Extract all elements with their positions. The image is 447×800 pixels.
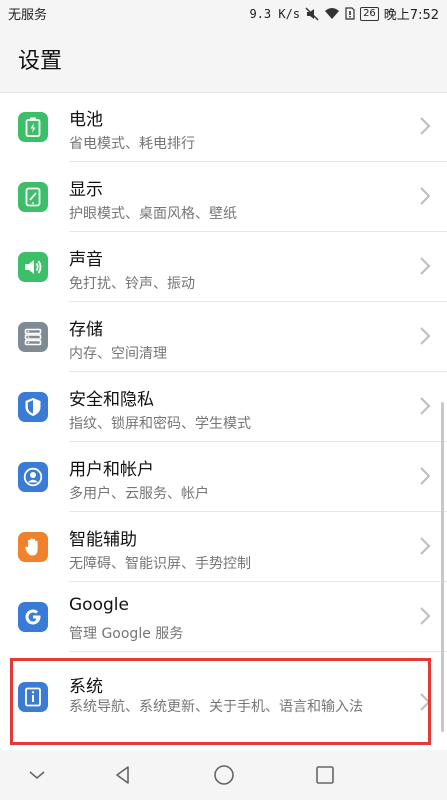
- item-subtitle: 护眼模式、桌面风格、壁纸: [69, 206, 237, 222]
- battery-icon: 26: [360, 6, 379, 21]
- item-title: 显示: [69, 180, 103, 200]
- google-icon: [18, 602, 48, 632]
- status-indicators: 9.3 K/s 26 晚上7:52: [249, 4, 439, 23]
- settings-item-battery[interactable]: 电池 省电模式、耗电排行: [0, 92, 447, 162]
- item-title: 智能辅助: [69, 530, 137, 550]
- settings-list: 电池 省电模式、耗电排行 显示 护眼模式、桌面风格、壁纸 声音 免打扰、铃声、振…: [0, 92, 447, 750]
- hand-icon: [18, 532, 48, 562]
- item-title: 声音: [69, 250, 103, 270]
- item-title: 系统: [69, 677, 103, 697]
- sim-icon: [345, 7, 355, 20]
- item-subtitle: 免打扰、铃声、振动: [69, 276, 195, 292]
- item-title: 电池: [69, 110, 103, 130]
- settings-item-display[interactable]: 显示 护眼模式、桌面风格、壁纸: [0, 162, 447, 232]
- item-subtitle: 多用户、云服务、帐户: [69, 486, 209, 502]
- settings-item-system[interactable]: 系统 系统导航、系统更新、关于手机、语言和输入法: [0, 658, 447, 750]
- item-title: Google: [69, 595, 129, 615]
- nav-bar: [0, 750, 447, 800]
- hide-icon[interactable]: [24, 763, 50, 787]
- chevron-right-icon: [420, 397, 431, 415]
- item-subtitle: 无障碍、智能识屏、手势控制: [69, 556, 251, 572]
- scrollbar[interactable]: [441, 402, 444, 732]
- chevron-right-icon: [420, 257, 431, 275]
- settings-item-sound[interactable]: 声音 免打扰、铃声、振动: [0, 232, 447, 302]
- chevron-right-icon: [420, 467, 431, 485]
- item-title: 用户和帐户: [69, 460, 154, 480]
- net-speed: 9.3 K/s: [249, 6, 301, 21]
- home-icon[interactable]: [211, 763, 237, 787]
- battery-icon: [18, 112, 48, 142]
- settings-item-smart-assist[interactable]: 智能辅助 无障碍、智能识屏、手势控制: [0, 512, 447, 582]
- title-bar: 设置: [0, 26, 447, 92]
- chevron-right-icon: [420, 693, 431, 711]
- chevron-right-icon: [420, 607, 431, 625]
- item-subtitle: 内存、空间清理: [69, 346, 167, 362]
- sound-icon: [18, 252, 48, 282]
- chevron-right-icon: [420, 327, 431, 345]
- chevron-right-icon: [420, 117, 431, 135]
- item-subtitle: 省电模式、耗电排行: [69, 136, 195, 152]
- back-icon[interactable]: [110, 763, 136, 787]
- user-icon: [18, 462, 48, 492]
- item-title: 存储: [69, 320, 103, 340]
- carrier-label: 无服务: [8, 8, 48, 23]
- page-title: 设置: [18, 49, 63, 74]
- item-subtitle: 系统导航、系统更新、关于手机、语言和输入法: [69, 699, 363, 715]
- mute-icon: [305, 7, 319, 21]
- item-subtitle: 管理 Google 服务: [69, 626, 184, 642]
- settings-item-security[interactable]: 安全和隐私 指纹、锁屏和密码、学生模式: [0, 372, 447, 442]
- item-subtitle: 指纹、锁屏和密码、学生模式: [69, 416, 251, 432]
- wifi-icon: [324, 7, 340, 20]
- display-icon: [18, 182, 48, 212]
- settings-item-google[interactable]: Google 管理 Google 服务: [0, 582, 447, 652]
- recents-icon[interactable]: [312, 763, 338, 787]
- divider: [69, 651, 447, 652]
- clock: 晚上7:52: [383, 8, 439, 23]
- chevron-right-icon: [420, 187, 431, 205]
- shield-icon: [18, 392, 48, 422]
- info-icon: [18, 682, 48, 712]
- storage-icon: [18, 322, 48, 352]
- status-bar: 无服务 9.3 K/s 26 晚上7:52: [0, 0, 447, 26]
- settings-item-users[interactable]: 用户和帐户 多用户、云服务、帐户: [0, 442, 447, 512]
- chevron-right-icon: [420, 537, 431, 555]
- item-title: 安全和隐私: [69, 390, 154, 410]
- settings-item-storage[interactable]: 存储 内存、空间清理: [0, 302, 447, 372]
